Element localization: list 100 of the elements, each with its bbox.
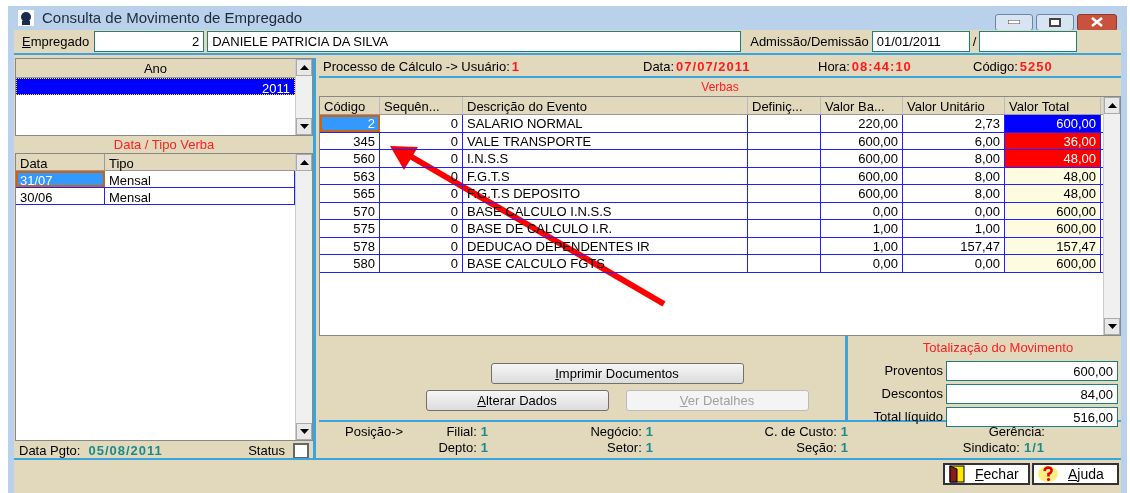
table-cell: 560 bbox=[320, 150, 380, 167]
position-label: Setor: bbox=[607, 440, 642, 456]
year-row[interactable]: 2011 bbox=[16, 78, 295, 95]
action-button[interactable]: Alterar Dados bbox=[425, 390, 609, 411]
total-field[interactable]: 600,00 bbox=[946, 360, 1118, 381]
table-cell: 1,00 bbox=[821, 237, 903, 254]
table-cell: F.G.T.S bbox=[463, 167, 748, 184]
position-value: 1 bbox=[480, 424, 489, 440]
table-cell[interactable]: 30/06 bbox=[16, 188, 105, 204]
table-cell: 600,00 bbox=[821, 150, 903, 167]
process-label: Hora: bbox=[818, 58, 850, 77]
column-header[interactable]: Código bbox=[320, 97, 380, 114]
dismissal-field[interactable] bbox=[979, 31, 1078, 52]
column-header[interactable]: Valor Ba... bbox=[821, 97, 903, 114]
section-title: Data / Tipo Verba bbox=[112, 136, 216, 153]
position-label: Filial: bbox=[446, 424, 477, 440]
table-cell: I.N.S.S bbox=[463, 150, 748, 167]
table-cell: 0 bbox=[380, 220, 463, 237]
position-value: 1 bbox=[840, 424, 849, 440]
position-value: 1 bbox=[645, 424, 654, 440]
minimize-icon bbox=[1008, 20, 1020, 24]
table-cell: 600,00 bbox=[1005, 115, 1101, 132]
scroll-up-icon bbox=[299, 160, 309, 165]
minimize-button[interactable] bbox=[995, 13, 1033, 31]
close-icon bbox=[1091, 17, 1103, 27]
window-title: Consulta de Movimento de Empregado bbox=[42, 7, 303, 28]
maximize-button[interactable] bbox=[1036, 13, 1074, 31]
employee-name-field[interactable]: DANIELE PATRICIA DA SILVA bbox=[207, 31, 742, 52]
total-label: Descontos bbox=[881, 384, 943, 403]
app-icon bbox=[18, 10, 34, 26]
status-label: Status bbox=[248, 442, 285, 460]
scrollbar[interactable] bbox=[295, 154, 312, 440]
table-cell: 0 bbox=[380, 132, 463, 149]
close-window-button[interactable]: Fechar bbox=[943, 463, 1030, 485]
scroll-down-icon bbox=[299, 124, 309, 129]
scrollbar[interactable] bbox=[295, 59, 312, 135]
table-cell: 570 bbox=[320, 202, 380, 219]
admission-field[interactable]: 01/01/2011 bbox=[871, 31, 970, 52]
dates-label: Admissão/Demissão bbox=[750, 32, 869, 51]
table-cell: 600,00 bbox=[1005, 255, 1101, 272]
position-label: C. de Custo: bbox=[764, 424, 837, 440]
employee-code-field[interactable]: 2 bbox=[94, 31, 205, 52]
total-field[interactable]: 516,00 bbox=[946, 406, 1118, 427]
employee-label: Empregado bbox=[22, 32, 90, 51]
table-cell: 600,00 bbox=[821, 167, 903, 184]
column-header[interactable]: Ano bbox=[16, 59, 295, 78]
column-header[interactable]: Descrição do Evento bbox=[463, 97, 748, 114]
position-value: 1 bbox=[645, 440, 654, 456]
position-label: Sindicato: bbox=[962, 440, 1020, 456]
table-cell: 1,00 bbox=[821, 220, 903, 237]
table-cell: 0 bbox=[380, 255, 463, 272]
process-value: 1 bbox=[511, 58, 520, 77]
column-header[interactable]: Valor Unitário bbox=[903, 97, 1005, 114]
table-cell: 48,00 bbox=[1005, 150, 1101, 167]
column-header[interactable]: Valor Total bbox=[1005, 97, 1101, 114]
maximize-icon bbox=[1049, 17, 1061, 27]
help-button[interactable]: Ajuda bbox=[1032, 463, 1119, 485]
door-icon bbox=[949, 465, 965, 483]
status-checkbox[interactable] bbox=[293, 442, 309, 459]
position-label: Seção: bbox=[796, 440, 837, 456]
position-value: 1/1 bbox=[1023, 440, 1045, 456]
table-cell: 0 bbox=[380, 237, 463, 254]
position-value: 1 bbox=[840, 440, 849, 456]
table-cell: 220,00 bbox=[821, 115, 903, 132]
date-separator: / bbox=[972, 32, 977, 51]
process-value: 08:44:10 bbox=[851, 58, 912, 77]
payment-date-value: 05/08/2011 bbox=[88, 442, 163, 460]
action-button[interactable]: Imprimir Documentos bbox=[490, 363, 744, 384]
column-header[interactable]: Data bbox=[16, 154, 105, 170]
table-cell: 600,00 bbox=[821, 132, 903, 149]
table-cell: 600,00 bbox=[1005, 220, 1101, 237]
column-header[interactable]: Definiç... bbox=[748, 97, 821, 114]
table-cell: 0 bbox=[380, 115, 463, 132]
scroll-up-icon bbox=[299, 65, 309, 70]
process-label: Código: bbox=[973, 58, 1018, 77]
process-value: 07/07/2011 bbox=[676, 58, 751, 77]
scroll-down-icon bbox=[1107, 324, 1117, 329]
position-label: Negócio: bbox=[590, 424, 642, 440]
table-cell: 575 bbox=[320, 220, 380, 237]
table-cell: SALARIO NORMAL bbox=[463, 115, 748, 132]
table-cell: 345 bbox=[320, 132, 380, 149]
payment-date-label: Data Pgto: bbox=[19, 442, 81, 460]
table-cell: 0 bbox=[380, 150, 463, 167]
total-label: Proventos bbox=[884, 361, 943, 380]
table-cell: 2 bbox=[320, 115, 380, 132]
process-label: Processo de Cálculo -> Usuário: bbox=[323, 58, 510, 77]
table-cell: 600,00 bbox=[821, 185, 903, 202]
table-cell: BASE CALCULO I.N.S.S bbox=[463, 202, 748, 219]
position-value: 1 bbox=[480, 440, 489, 456]
total-field[interactable]: 84,00 bbox=[946, 383, 1118, 404]
table-cell: 578 bbox=[320, 237, 380, 254]
table-cell: 565 bbox=[320, 185, 380, 202]
table-cell: 0,00 bbox=[821, 202, 903, 219]
column-header[interactable]: Sequên... bbox=[380, 97, 463, 114]
process-value: 5250 bbox=[1019, 58, 1053, 77]
position-label: Depto: bbox=[438, 440, 477, 456]
column-header[interactable]: Tipo bbox=[105, 154, 295, 170]
section-title: Verbas bbox=[700, 79, 740, 96]
close-button[interactable] bbox=[1077, 13, 1117, 31]
scrollbar[interactable] bbox=[1103, 97, 1120, 335]
